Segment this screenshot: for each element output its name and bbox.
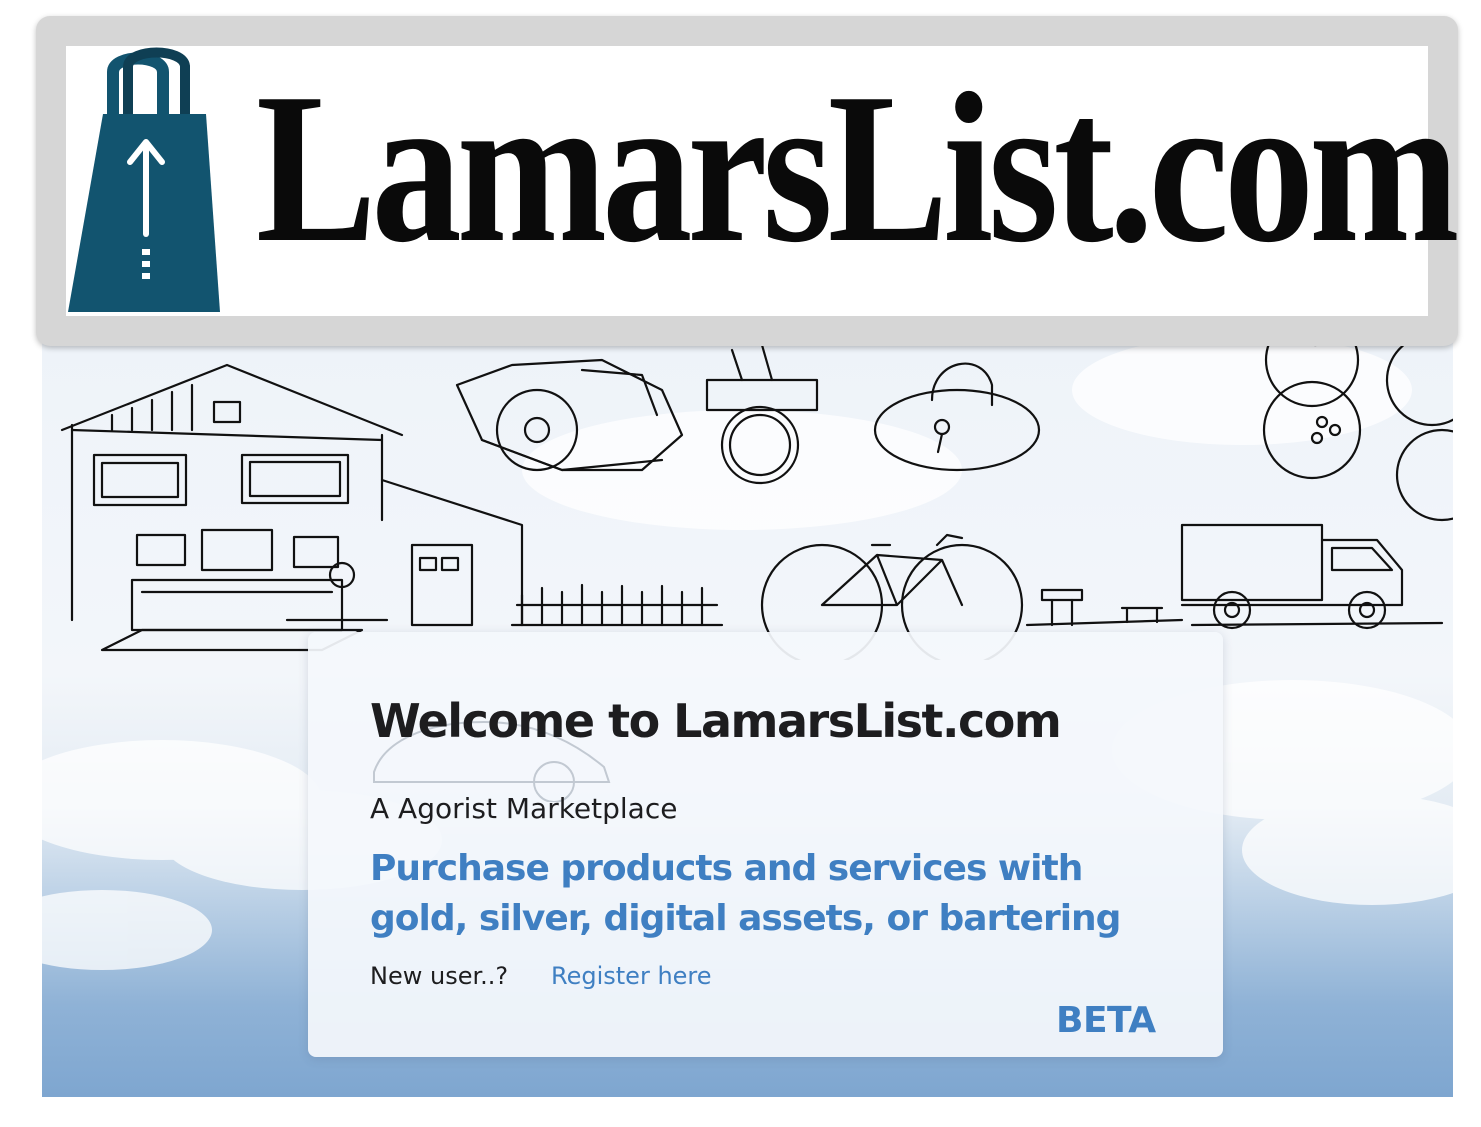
truck-sketch [1180,523,1444,630]
padlock-sketch [873,362,1041,472]
balls-sketch [1262,330,1453,522]
circular-saw-sketch [455,358,684,472]
payment-tagline: Purchase products and services with gold… [370,848,1121,939]
sketch-illustration [60,330,1453,660]
fence-sketch [510,583,724,627]
beta-badge: BETA [1056,1000,1156,1041]
welcome-heading: Welcome to LamarsList.com [370,694,1062,748]
welcome-card: Welcome to LamarsList.com A Agorist Mark… [308,632,1223,1057]
bench-sketch [1025,588,1184,627]
marketplace-subtitle: A Agorist Marketplace [370,792,678,825]
site-logo-text[interactable]: LamarsList.com [256,60,1460,275]
house-sketch [60,363,524,652]
shopping-bag-logo-icon[interactable] [68,44,228,316]
register-link[interactable]: Register here [551,962,712,990]
coin-stamp-sketch [705,343,819,485]
new-user-label: New user..? [370,962,509,990]
